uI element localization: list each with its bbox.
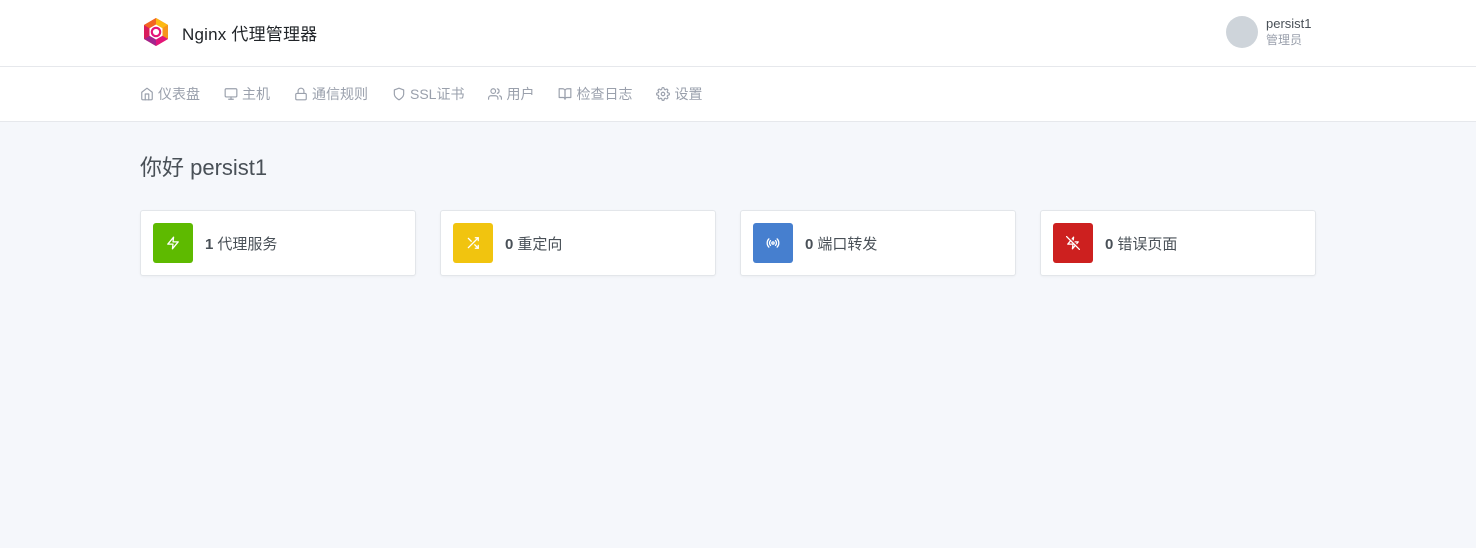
user-role: 管理员: [1266, 33, 1303, 47]
nav-item-access-lists[interactable]: 通信规则: [294, 67, 368, 121]
gear-icon: [656, 87, 671, 101]
dead-hosts-card[interactable]: 0 错误页面: [1040, 210, 1316, 276]
avatar[interactable]: [1226, 16, 1258, 48]
main-nav: 仪表盘 主机 通信规则 SSL证书 用户 检查日志 设置: [0, 67, 1476, 122]
card-icon-box: [753, 223, 793, 263]
card-label: 错误页面: [1117, 235, 1178, 253]
zap-icon: [167, 236, 179, 250]
streams-card[interactable]: 0 端口转发: [740, 210, 1016, 276]
page-title: 你好 persist1: [140, 155, 268, 180]
nav-item-label: 检查日志: [576, 86, 633, 102]
radio-icon: [766, 238, 780, 248]
lock-icon: [295, 87, 307, 101]
card-count: 0: [1105, 235, 1114, 253]
nav-item-label: SSL证书: [410, 86, 465, 102]
card-count: 1: [205, 235, 214, 253]
user-name: persist1: [1266, 16, 1312, 31]
nav-item-label: 通信规则: [312, 86, 368, 102]
card-icon-box: [1053, 223, 1093, 263]
redirection-hosts-card[interactable]: 0 重定向: [440, 210, 716, 276]
nav-item-dashboard[interactable]: 仪表盘: [140, 67, 200, 121]
nav-item-label: 主机: [242, 86, 270, 102]
user-menu[interactable]: persist1 管理员: [1226, 15, 1312, 49]
nginx-proxy-manager-logo-icon: [144, 18, 168, 46]
card-label: 重定向: [517, 235, 563, 253]
zap-off-icon: [1066, 236, 1080, 250]
users-icon: [488, 88, 503, 100]
app-title: Nginx 代理管理器: [182, 24, 318, 44]
home-icon: [141, 87, 153, 101]
card-label: 代理服务: [217, 235, 278, 253]
card-count: 0: [805, 235, 814, 253]
card-icon-box: [153, 223, 193, 263]
proxy-hosts-card[interactable]: 1 代理服务: [140, 210, 416, 276]
nav-item-hosts[interactable]: 主机: [224, 67, 270, 121]
nav-item-label: 设置: [674, 86, 703, 102]
nav-item-ssl-certificates[interactable]: SSL证书: [392, 67, 464, 121]
card-label: 端口转发: [817, 235, 878, 253]
monitor-icon: [224, 88, 238, 100]
nav-item-label: 仪表盘: [158, 86, 200, 102]
nav-item-label: 用户: [506, 86, 535, 102]
app-header: Nginx 代理管理器 persist1 管理员: [0, 0, 1476, 67]
nav-item-audit-log[interactable]: 检查日志: [558, 67, 632, 121]
shuffle-icon: [467, 237, 479, 249]
nav-item-settings[interactable]: 设置: [656, 67, 702, 121]
card-count: 0: [505, 235, 514, 253]
brand[interactable]: Nginx 代理管理器: [140, 14, 317, 50]
nav-item-users[interactable]: 用户: [488, 67, 534, 121]
shield-icon: [393, 87, 405, 101]
book-open-icon: [559, 88, 572, 100]
card-icon-box: [453, 223, 493, 263]
